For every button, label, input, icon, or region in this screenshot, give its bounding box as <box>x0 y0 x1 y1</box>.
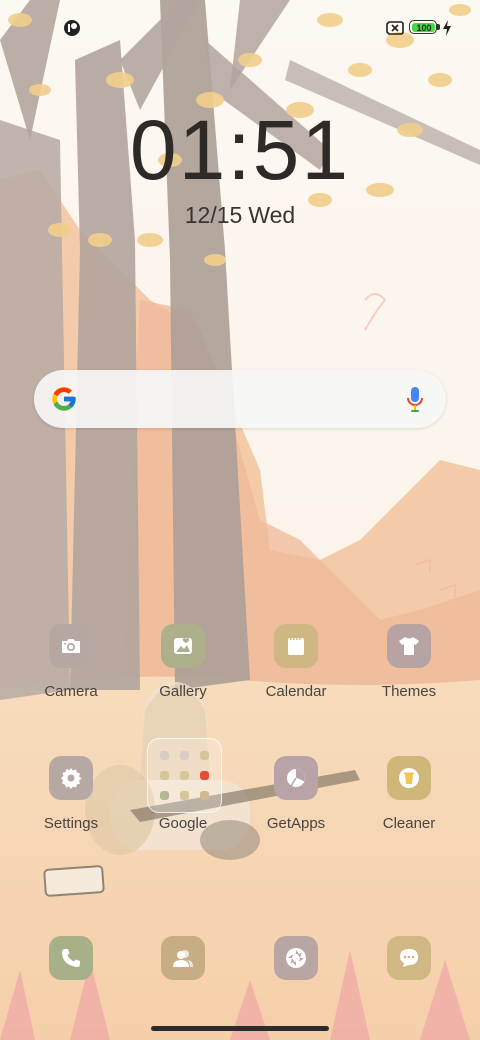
folder-app-icon <box>200 771 209 780</box>
folder-app-icon <box>160 791 169 800</box>
clock-date[interactable]: 12/15 Wed <box>0 200 480 230</box>
dock-camera[interactable] <box>241 936 351 980</box>
contacts-icon <box>161 936 205 980</box>
pie-chart-icon <box>274 756 318 800</box>
app-settings[interactable]: Settings <box>16 756 126 852</box>
folder-app-icon <box>180 791 189 800</box>
camera-icon <box>49 624 93 668</box>
circle-badge-icon <box>64 20 80 36</box>
folder-app-icon <box>180 751 189 760</box>
google-g-icon <box>52 387 76 411</box>
dock-messages[interactable] <box>354 936 464 980</box>
app-calendar[interactable]: Calendar <box>241 624 351 720</box>
folder-app-icon <box>200 791 209 800</box>
calendar-icon <box>274 624 318 668</box>
tshirt-icon <box>387 624 431 668</box>
app-label: Settings <box>43 815 99 832</box>
dock-contacts[interactable] <box>128 936 238 980</box>
app-gallery[interactable]: Gallery <box>128 624 238 720</box>
microphone-icon[interactable] <box>406 386 424 413</box>
folder-app-icon <box>160 771 169 780</box>
google-search-bar[interactable] <box>34 370 446 428</box>
folder-app-icon <box>200 751 209 760</box>
aperture-icon <box>274 936 318 980</box>
google-folder[interactable] <box>147 738 222 813</box>
app-label: Gallery <box>159 683 207 700</box>
folder-app-icon <box>180 771 189 780</box>
battery-indicator: 100 <box>409 20 441 36</box>
app-label: Calendar <box>265 683 327 700</box>
day-text: Wed <box>248 202 296 228</box>
app-label: Google <box>158 815 208 832</box>
folder-app-icon <box>160 751 169 760</box>
chat-bubble-icon <box>387 936 431 980</box>
app-getapps[interactable]: GetApps <box>241 756 351 852</box>
photo-icon <box>161 624 205 668</box>
no-sim-icon <box>386 21 404 35</box>
phone-icon <box>49 936 93 980</box>
clock-time[interactable]: 01:51 <box>0 104 480 196</box>
app-label: GetApps <box>266 815 326 832</box>
app-camera[interactable]: Camera <box>16 624 126 720</box>
app-themes[interactable]: Themes <box>354 624 464 720</box>
app-label: Themes <box>381 683 437 700</box>
app-label: Cleaner <box>382 815 436 832</box>
gear-icon <box>49 756 93 800</box>
battery-level-text: 100 <box>416 23 432 33</box>
app-cleaner[interactable]: Cleaner <box>354 756 464 852</box>
status-bar: 100 <box>0 0 480 56</box>
bolt-icon <box>443 20 451 36</box>
home-indicator[interactable] <box>151 1026 329 1031</box>
trash-icon <box>387 756 431 800</box>
dock-phone[interactable] <box>16 936 126 980</box>
app-label: Camera <box>44 683 98 700</box>
date-text: 12/15 <box>184 202 243 228</box>
